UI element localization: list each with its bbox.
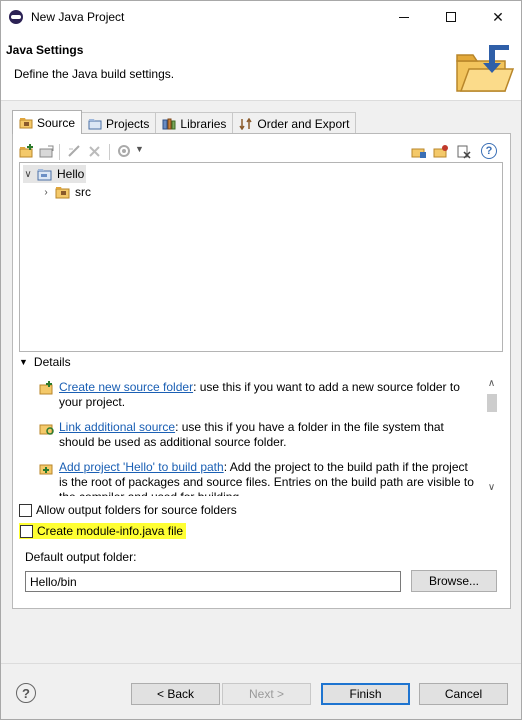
tree-item-src-label: src xyxy=(75,185,91,199)
add-project-icon xyxy=(39,464,53,475)
detail-create-source-folder: Create new source folder: use this if yo… xyxy=(39,380,479,410)
collapse-icon[interactable]: › xyxy=(41,187,51,198)
scroll-up-icon[interactable]: ∧ xyxy=(483,376,500,392)
toolbar-separator xyxy=(59,144,60,160)
source-folder-icon xyxy=(55,186,70,198)
link-source-folder-icon xyxy=(39,424,54,435)
title-bar: New Java Project ✕ xyxy=(1,1,521,33)
default-output-folder-input[interactable] xyxy=(25,571,401,592)
minimize-button[interactable] xyxy=(381,1,427,33)
tab-libraries[interactable]: Libraries xyxy=(155,112,234,134)
wizard-header: Java Settings Define the Java build sett… xyxy=(1,33,521,101)
maximize-button[interactable] xyxy=(428,1,474,33)
tab-order-and-export-label: Order and Export xyxy=(257,116,350,131)
default-output-folder-label: Default output folder: xyxy=(25,550,137,564)
details-toggle[interactable]: ▼ Details xyxy=(19,355,71,369)
add-project-to-build-path-link[interactable]: Add project 'Hello' to build path xyxy=(59,460,224,474)
allow-output-folders-checkbox[interactable] xyxy=(19,503,32,517)
projects-icon xyxy=(88,118,102,129)
minimize-icon xyxy=(399,16,409,18)
add-folder-icon[interactable] xyxy=(411,144,427,159)
tab-order-and-export[interactable]: Order and Export xyxy=(232,112,357,134)
details-list: Create new source folder: use this if yo… xyxy=(35,376,505,496)
maximize-icon xyxy=(446,12,456,22)
source-folder-icon xyxy=(19,117,33,128)
chevron-down-icon[interactable]: ▼ xyxy=(135,144,144,154)
detail-link-additional-source: Link additional source: use this if you … xyxy=(39,420,479,450)
create-module-info-checkbox[interactable] xyxy=(20,524,33,538)
window-title: New Java Project xyxy=(31,10,125,24)
expand-icon[interactable]: ∨ xyxy=(23,169,33,180)
footer-divider xyxy=(1,663,521,664)
edit-icon[interactable] xyxy=(67,144,83,159)
libraries-icon xyxy=(162,118,176,129)
back-button[interactable]: < Back xyxy=(131,683,220,705)
finish-button[interactable]: Finish xyxy=(321,683,410,705)
page-description: Define the Java build settings. xyxy=(14,67,175,81)
detail-add-project-build-path: Add project 'Hello' to build path: Add t… xyxy=(39,460,479,496)
tree-item-project-label: Hello xyxy=(57,167,85,181)
build-path-tabs: Source Projects Libraries Order and Expo… xyxy=(12,110,357,134)
tab-source-label: Source xyxy=(37,115,76,130)
close-button[interactable]: ✕ xyxy=(475,1,521,33)
output-icon[interactable] xyxy=(456,144,472,159)
close-icon: ✕ xyxy=(492,8,504,25)
page-title: Java Settings xyxy=(6,43,84,57)
tab-projects-label: Projects xyxy=(106,116,150,131)
next-button[interactable]: Next > xyxy=(222,683,311,705)
link-source-icon[interactable] xyxy=(39,144,55,159)
create-module-info-option[interactable]: Create module-info.java file xyxy=(19,523,187,539)
source-tab-panel: ▼ ? ∨ Hello › src ▼ Details Create new s… xyxy=(12,133,511,609)
cancel-button[interactable]: Cancel xyxy=(419,683,508,705)
new-package-icon[interactable] xyxy=(433,144,449,159)
remove-icon[interactable] xyxy=(87,144,103,159)
new-java-project-dialog: New Java Project ✕ Java Settings Define … xyxy=(0,0,522,720)
create-module-info-label: Create module-info.java file xyxy=(37,524,184,538)
triangle-down-icon: ▼ xyxy=(19,357,28,367)
wizard-help-icon[interactable]: ? xyxy=(16,683,36,703)
allow-output-folders-label: Allow output folders for source folders xyxy=(36,503,237,517)
new-source-folder-icon xyxy=(39,381,53,395)
add-source-folder-icon[interactable] xyxy=(19,144,35,159)
tab-projects[interactable]: Projects xyxy=(81,112,157,134)
configure-icon[interactable] xyxy=(117,144,133,159)
order-export-icon xyxy=(239,117,253,130)
source-toolbar: ▼ ? xyxy=(19,142,504,162)
scroll-thumb[interactable] xyxy=(487,394,497,412)
tab-source[interactable]: Source xyxy=(12,110,83,134)
create-new-source-folder-link[interactable]: Create new source folder xyxy=(59,380,193,394)
details-label: Details xyxy=(33,355,71,369)
link-additional-source-link[interactable]: Link additional source xyxy=(59,420,175,434)
toolbar-separator xyxy=(109,144,110,160)
help-icon[interactable]: ? xyxy=(481,143,497,159)
tree-item-project[interactable]: ∨ Hello xyxy=(23,165,87,183)
tree-item-src[interactable]: › src xyxy=(41,183,91,201)
tab-libraries-label: Libraries xyxy=(180,116,227,131)
java-project-icon xyxy=(37,168,52,180)
eclipse-app-icon xyxy=(9,10,23,24)
source-tree: ∨ Hello › src xyxy=(19,162,503,352)
new-project-folder-icon xyxy=(456,45,515,92)
scroll-down-icon[interactable]: ∨ xyxy=(483,480,500,496)
allow-output-folders-option[interactable]: Allow output folders for source folders xyxy=(19,503,237,517)
browse-button[interactable]: Browse... xyxy=(411,570,497,592)
details-scrollbar[interactable]: ∧ ∨ xyxy=(483,376,500,497)
